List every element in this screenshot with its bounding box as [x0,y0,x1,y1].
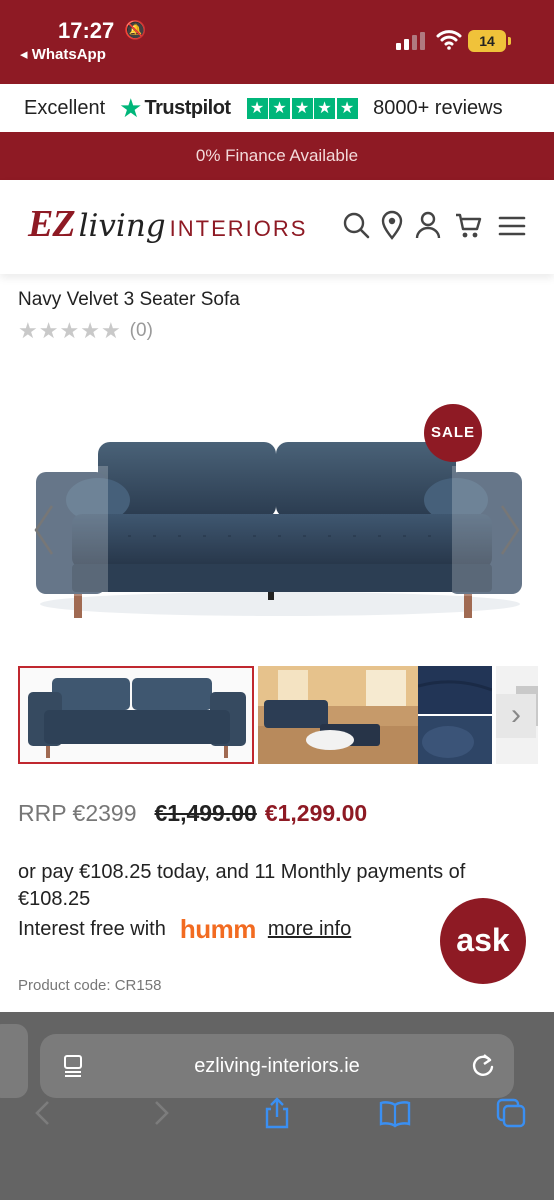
trustpilot-bar[interactable]: Excellent ★ Trustpilot ★ ★ ★ ★ ★ 8000+ r… [0,84,554,132]
cart-icon[interactable] [454,210,482,240]
address-bar[interactable]: ezliving-interiors.ie [40,1034,514,1098]
finance-banner[interactable]: 0% Finance Available [0,132,554,180]
carousel-next-icon[interactable] [494,500,524,560]
more-info-link[interactable]: more info [268,918,351,941]
thumbnail-1[interactable] [18,666,254,764]
thumbnail-1-image [20,668,252,762]
trustpilot-rating-word: Excellent [24,96,106,119]
thumbnail-strip [18,666,538,764]
trustpilot-star-icon: ★ [119,92,143,123]
trustpilot-reviews: 8000+ reviews [373,96,503,119]
back-arrow-icon[interactable] [26,1096,60,1130]
account-icon[interactable] [414,210,442,240]
empty-star-icon: ★ [100,318,121,343]
old-price: €1,499.00 [154,800,257,826]
silent-bell-icon: 🔕 [124,20,147,40]
thumbnail-3-image [418,666,492,764]
star-icon: ★ [314,97,336,119]
humm-logo: humm [179,914,257,945]
product-rating[interactable]: ★ ★ ★ ★ ★ (0) [18,318,153,344]
star-icon: ★ [269,97,291,119]
empty-star-icon: ★ [18,318,38,343]
status-bar: 17:27 🔕 ◂ WhatsApp 14 [0,0,554,84]
sale-price: €1,299.00 [264,800,368,826]
empty-star-icon: ★ [80,318,100,343]
forward-arrow-icon[interactable] [144,1096,178,1130]
menu-icon[interactable] [498,210,526,240]
price-block: RRP €2399 €1,499.00 €1,299.00 [18,800,367,827]
tabs-icon[interactable] [494,1096,528,1130]
previous-tab-preview[interactable] [0,1024,28,1098]
trustpilot-brand: Trustpilot [144,96,231,119]
empty-star-icon: ★ [38,318,59,343]
back-to-app-link[interactable]: ◂ WhatsApp [20,45,106,63]
thumbnail-3[interactable] [418,666,492,764]
logo-interiors: INTERIORS [169,216,308,241]
star-icon: ★ [246,97,268,119]
logo-ez: EZ [28,203,76,245]
ask-chat-button[interactable]: ask [440,898,526,984]
review-count: (0) [129,320,153,341]
wifi-icon [436,30,462,50]
search-icon[interactable] [342,210,370,240]
thumbnail-2-image [258,666,418,764]
share-icon[interactable] [260,1096,294,1130]
star-icon: ★ [291,97,313,119]
signal-icon [396,32,425,50]
interest-free-label: Interest free with [18,918,166,940]
reload-icon[interactable] [470,1052,496,1078]
product-code: Product code: CR158 [18,977,162,994]
location-icon[interactable] [378,210,406,240]
product-title: Navy Velvet 3 Seater Sofa [18,289,240,310]
site-logo[interactable]: EZ living INTERIORS [28,202,307,246]
star-icon: ★ [336,97,358,119]
thumbnail-next-button[interactable]: › [496,694,536,738]
empty-star-icon: ★ [59,318,80,343]
carousel-prev-icon[interactable] [30,500,60,560]
interest-free-row: Interest free with humm more info [18,914,351,945]
sale-badge: SALE [424,404,482,462]
bookmarks-icon[interactable] [378,1096,412,1130]
thumbnail-2[interactable] [258,666,418,764]
rrp-price: RRP €2399 [18,800,137,826]
url-text: ezliving-interiors.ie [194,1055,360,1077]
humm-logo-text: humm [179,914,257,944]
status-time: 17:27 [58,18,115,43]
site-header: EZ living INTERIORS [0,180,554,274]
logo-living: living [78,208,166,244]
battery-indicator: 14 [468,30,511,52]
trustpilot-stars: ★ ★ ★ ★ ★ [246,97,360,119]
